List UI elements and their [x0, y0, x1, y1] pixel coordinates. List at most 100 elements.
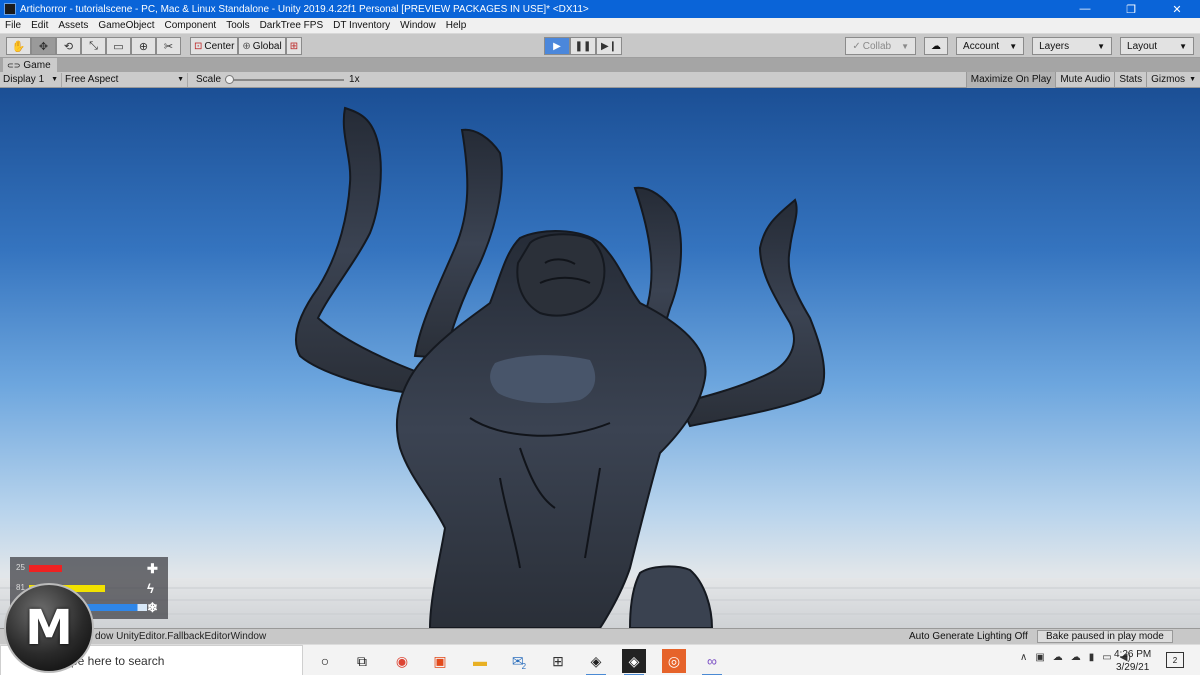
- chevron-up-icon[interactable]: ∧: [1020, 652, 1027, 663]
- game-view-toolbar: Display 1 ▼ Free Aspect ▼ Scale 1x Maximiz…: [0, 71, 1200, 88]
- health-row: 25 ✚: [10, 561, 168, 576]
- restore-button[interactable]: ❐: [1108, 0, 1154, 18]
- chevron-down-icon: ▼: [177, 76, 184, 83]
- cloud-icon: ☁: [931, 40, 942, 52]
- bake-status: Bake paused in play mode: [1037, 630, 1173, 643]
- chrome-icon[interactable]: ◉: [390, 649, 414, 673]
- chevron-down-icon: ▼: [901, 41, 910, 51]
- layers-dropdown[interactable]: Layers ▼: [1032, 37, 1113, 55]
- pause-button[interactable]: ❚❚: [570, 37, 596, 55]
- camera-icon[interactable]: ▣: [1035, 652, 1044, 663]
- hand-tool-button[interactable]: ✋: [6, 37, 31, 55]
- unity-icon: [4, 3, 16, 15]
- account-dropdown[interactable]: Account ▼: [956, 37, 1025, 55]
- window-controls: — ❐ ✕: [1062, 0, 1200, 18]
- origin-icon[interactable]: ◎: [662, 649, 686, 673]
- display-dropdown[interactable]: Display 1 ▼: [0, 72, 62, 87]
- menu-tools[interactable]: Tools: [221, 20, 254, 31]
- cloud-icon[interactable]: ☁: [1053, 652, 1063, 663]
- toolbar-right: ✓ Collab ▼ ☁ Account ▼ Layers ▼ Layout ▼: [845, 37, 1194, 55]
- pivot-controls: ⊡ Center ⊕ Global ⊞: [190, 37, 303, 55]
- transform-tools: ✋ ✥ ⟲ ⤡ ▭ ⊕ ✂: [6, 37, 181, 55]
- menu-dt-inventory[interactable]: DT Inventory: [328, 20, 395, 31]
- chevron-down-icon: ▼: [1179, 41, 1187, 51]
- scale-tool-button[interactable]: ⤡: [81, 37, 106, 55]
- chevron-down-icon: ▼: [1189, 76, 1196, 83]
- store-icon[interactable]: ⊞: [546, 649, 570, 673]
- game-viewport[interactable]: [0, 88, 1200, 628]
- snap-icon: ⊞: [289, 40, 299, 52]
- stats-toggle[interactable]: Stats: [1114, 71, 1146, 88]
- visual-studio-icon[interactable]: ∞: [700, 649, 724, 675]
- lighting-status: Auto Generate Lighting Off: [909, 631, 1028, 642]
- menu-bar: File Edit Assets GameObject Component To…: [0, 18, 1200, 34]
- rotate-tool-button[interactable]: ⟲: [56, 37, 81, 55]
- health-bar: [29, 565, 62, 572]
- play-controls: ▶ ❚❚ ▶❙: [544, 37, 622, 55]
- rect-tool-button[interactable]: ▭: [106, 37, 131, 55]
- unity-editor-icon[interactable]: ◈: [622, 649, 646, 675]
- gizmos-dropdown[interactable]: Gizmos ▼: [1146, 71, 1200, 88]
- menu-component[interactable]: Component: [160, 20, 222, 31]
- status-bar: dow UnityEditor.FallbackEditorWindow Aut…: [0, 628, 1200, 644]
- tab-game[interactable]: ⊂⊃ Game: [3, 58, 57, 72]
- snowflake-icon: ❄: [147, 600, 158, 615]
- pivot-global-button[interactable]: ⊕ Global: [238, 37, 286, 55]
- cortana-icon[interactable]: ○: [313, 649, 337, 673]
- play-button[interactable]: ▶: [544, 37, 570, 55]
- console-message[interactable]: dow UnityEditor.FallbackEditorWindow: [95, 631, 266, 642]
- tab-strip: ⊂⊃ Game: [0, 58, 1200, 72]
- clock-time: 4:26 PM: [1114, 649, 1152, 660]
- move-tool-button[interactable]: ✥: [31, 37, 56, 55]
- scale-slider-knob[interactable]: [225, 74, 235, 84]
- layout-dropdown[interactable]: Layout ▼: [1120, 37, 1194, 55]
- unity-hub-icon[interactable]: ◈: [584, 649, 608, 675]
- health-cross-icon: ✚: [147, 561, 158, 576]
- minimize-button[interactable]: —: [1062, 0, 1108, 18]
- scale-slider[interactable]: [225, 74, 345, 84]
- usb-icon[interactable]: ▮: [1089, 652, 1095, 663]
- notifications-icon[interactable]: 2: [1166, 652, 1184, 668]
- collab-button[interactable]: ✓ Collab ▼: [845, 37, 917, 55]
- custom-tool-button[interactable]: ✂: [156, 37, 181, 55]
- pivot-icon: ⊡: [194, 40, 203, 52]
- menu-darktree-fps[interactable]: DarkTree FPS: [255, 20, 329, 31]
- lightning-icon: ϟ: [147, 581, 154, 596]
- chevron-down-icon: ▼: [1009, 41, 1018, 51]
- clock-date: 3/29/21: [1115, 662, 1150, 673]
- menu-gameobject[interactable]: GameObject: [93, 20, 159, 31]
- pivot-center-button[interactable]: ⊡ Center: [190, 37, 239, 55]
- menu-edit[interactable]: Edit: [26, 20, 53, 31]
- logo-letter: M: [25, 600, 73, 656]
- snap-button[interactable]: ⊞: [285, 37, 303, 55]
- maximize-on-play-toggle[interactable]: Maximize On Play: [965, 71, 1056, 88]
- file-explorer-icon[interactable]: ▬: [468, 649, 492, 673]
- aspect-dropdown[interactable]: Free Aspect ▼: [62, 72, 188, 87]
- menu-help[interactable]: Help: [441, 20, 472, 31]
- mail-badge: 2: [521, 661, 527, 671]
- mute-audio-toggle[interactable]: Mute Audio: [1055, 71, 1114, 88]
- windows-taskbar: pe here to search ○ ⧉ ◉ ▣ ▬ ✉ 2 ⊞ ◈ ◈ ◎ ∞…: [0, 644, 1200, 675]
- network-icon[interactable]: ▭: [1102, 652, 1111, 663]
- office-icon[interactable]: ▣: [428, 649, 452, 673]
- taskbar-clock[interactable]: 4:26 PM 3/29/21: [1114, 648, 1151, 674]
- menu-assets[interactable]: Assets: [53, 20, 93, 31]
- game-controller-icon: ⊂⊃: [7, 60, 21, 70]
- step-button[interactable]: ▶❙: [596, 37, 622, 55]
- close-button[interactable]: ✕: [1154, 0, 1200, 18]
- transform-tool-button[interactable]: ⊕: [131, 37, 156, 55]
- task-view-icon[interactable]: ⧉: [350, 649, 374, 673]
- window-title: Artichorror - tutorialscene - PC, Mac & …: [20, 3, 589, 15]
- menu-window[interactable]: Window: [395, 20, 441, 31]
- mail-icon[interactable]: ✉ 2: [507, 649, 531, 673]
- chevron-down-icon: ▼: [51, 76, 58, 83]
- channel-logo: M: [4, 583, 94, 673]
- game-view-toggles: Maximize On Play Mute Audio Stats Gizmos…: [965, 71, 1200, 88]
- check-icon: ✓: [852, 40, 861, 52]
- cloud-button[interactable]: ☁: [924, 37, 949, 55]
- game-scene: [0, 106, 1200, 628]
- menu-file[interactable]: File: [0, 20, 26, 31]
- onedrive-icon[interactable]: ☁: [1071, 652, 1081, 663]
- main-toolbar: ✋ ✥ ⟲ ⤡ ▭ ⊕ ✂ ⊡ Center ⊕ Global ⊞ ▶ ❚❚ ▶❙ …: [0, 34, 1200, 58]
- chevron-down-icon: ▼: [1097, 41, 1106, 51]
